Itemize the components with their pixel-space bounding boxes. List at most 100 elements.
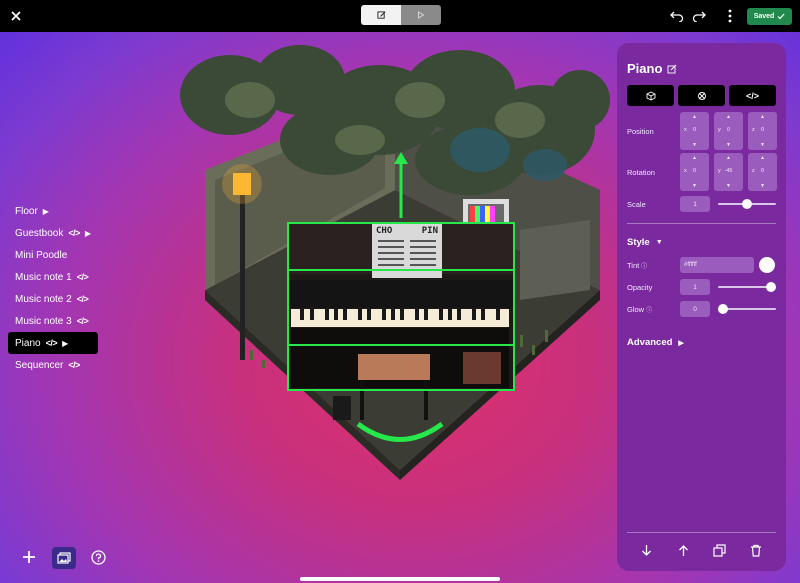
opacity-slider-knob[interactable] — [766, 282, 776, 292]
tint-label: Tint ⓘ — [627, 261, 647, 270]
position-x-stepper[interactable]: ▲ x 0 ▼ — [680, 112, 709, 150]
opacity-input[interactable]: 1 — [680, 279, 710, 295]
tab-transform[interactable] — [627, 85, 674, 106]
more-vertical-icon[interactable] — [720, 6, 740, 26]
glow-input[interactable]: 0 — [680, 301, 710, 317]
sidebar-item-label: Mini Poodle — [15, 249, 68, 261]
code-icon[interactable]: </> — [46, 338, 58, 348]
target-icon — [697, 91, 706, 100]
divider — [627, 223, 776, 224]
move-down-button[interactable] — [637, 541, 655, 559]
code-icon[interactable]: </> — [68, 360, 80, 370]
sidebar-item-floor[interactable]: Floor ▶ — [8, 200, 98, 222]
glow-label: Glow ⓘ — [627, 305, 652, 314]
edit-mode-button[interactable] — [361, 5, 401, 25]
rotation-x-stepper[interactable]: ▲ x 0 ▼ — [680, 153, 709, 191]
gallery-icon — [57, 552, 71, 564]
info-icon: ⓘ — [641, 264, 648, 270]
position-label: Position — [627, 127, 654, 136]
divider — [627, 532, 776, 533]
add-button[interactable] — [20, 548, 38, 566]
sidebar-item-piano[interactable]: Piano </> ▶ — [8, 332, 99, 354]
rotation-z-value: 0 — [760, 168, 765, 174]
sidebar-item-label: Floor — [15, 205, 38, 217]
opacity-label: Opacity — [627, 283, 653, 292]
rotation-z-stepper[interactable]: ▲ z 0 ▼ — [748, 153, 777, 191]
tint-input[interactable]: #ffffff — [680, 257, 754, 273]
sidebar-item-label: Music note 1 — [15, 271, 72, 283]
info-icon: ⓘ — [646, 308, 653, 314]
panel-title: Piano — [627, 61, 677, 76]
edit-icon — [376, 10, 385, 19]
glow-slider-knob[interactable] — [718, 304, 728, 314]
sidebar-item-mini-poodle[interactable]: Mini Poodle — [8, 244, 98, 266]
sidebar-item-label: Music note 3 — [15, 315, 72, 327]
code-icon[interactable]: </> — [77, 294, 89, 304]
sidebar-item-music-note-3[interactable]: Music note 3 </> — [8, 310, 98, 332]
code-icon[interactable]: </> — [68, 228, 80, 238]
scale-slider-knob[interactable] — [742, 199, 752, 209]
tab-code[interactable]: </> — [729, 85, 776, 106]
chevron-right-icon: ▶ — [678, 339, 684, 347]
rotation-y-stepper[interactable]: ▲ y -45 ▼ — [714, 153, 743, 191]
advanced-title: Advanced — [627, 337, 673, 348]
duplicate-icon — [712, 543, 726, 557]
sidebar-item-sequencer[interactable]: Sequencer </> — [8, 354, 98, 376]
trash-icon — [751, 544, 761, 557]
scale-label: Scale — [627, 200, 646, 209]
play-mode-button[interactable] — [401, 5, 441, 25]
plus-icon — [23, 551, 35, 563]
expand-arrow-icon[interactable]: ▶ — [43, 207, 49, 216]
undo-icon[interactable] — [667, 6, 687, 26]
position-z-value: 0 — [760, 127, 765, 133]
rotation-x-value: 0 — [692, 168, 697, 174]
gallery-button[interactable] — [52, 547, 76, 569]
inspector-tabs: </> — [627, 85, 776, 106]
sidebar-item-label: Guestbook — [15, 227, 64, 239]
code-icon: </> — [745, 90, 759, 101]
lamp-post — [240, 190, 245, 360]
move-up-button[interactable] — [674, 541, 692, 559]
advanced-section-header[interactable]: Advanced ▶ — [627, 337, 684, 348]
close-icon[interactable] — [6, 6, 26, 26]
sidebar-item-music-note-2[interactable]: Music note 2 </> — [8, 288, 98, 310]
position-y-stepper[interactable]: ▲ y 0 ▼ — [714, 112, 743, 150]
style-section-header[interactable]: Style ▼ — [627, 237, 663, 248]
redo-icon[interactable] — [689, 6, 709, 26]
sidebar-item-label: Music note 2 — [15, 293, 72, 305]
code-icon[interactable]: </> — [77, 272, 89, 282]
arrow-up-icon — [678, 544, 688, 556]
tint-label-text: Tint — [627, 261, 640, 270]
sidebar-item-music-note-1[interactable]: Music note 1 </> — [8, 266, 98, 288]
saved-button[interactable]: Saved — [747, 8, 792, 25]
expand-arrow-icon[interactable]: ▶ — [62, 339, 68, 348]
object-list: Floor ▶ Guestbook </> ▶ Mini Poodle Music note… — [8, 200, 99, 376]
sidebar-item-label: Piano — [15, 337, 41, 349]
tab-physics[interactable] — [678, 85, 725, 106]
duplicate-button[interactable] — [710, 541, 728, 559]
sidebar-item-label: Sequencer — [15, 359, 64, 371]
sidebar-item-guestbook[interactable]: Guestbook </> ▶ — [8, 222, 98, 244]
tint-color-swatch[interactable] — [759, 257, 775, 273]
cube-icon — [646, 90, 655, 101]
position-y-value: 0 — [726, 127, 731, 133]
arrow-down-icon — [641, 544, 651, 556]
delete-button[interactable] — [747, 541, 765, 559]
play-icon — [418, 11, 425, 19]
rename-icon[interactable] — [667, 64, 677, 74]
sheet-text-2: PIN — [421, 226, 438, 236]
chevron-down-icon: ▼ — [655, 239, 663, 246]
sheet-text-1: CHO — [376, 226, 393, 236]
help-button[interactable] — [89, 548, 107, 566]
checkmark-icon — [777, 13, 785, 20]
object-name: Piano — [627, 61, 663, 76]
expand-arrow-icon[interactable]: ▶ — [85, 229, 91, 238]
position-z-stepper[interactable]: ▲ z 0 ▼ — [748, 112, 777, 150]
code-icon[interactable]: </> — [77, 316, 89, 326]
style-title: Style — [627, 237, 650, 248]
sheet-music-text: CHO PIN — [376, 226, 438, 236]
top-bar: Saved — [0, 0, 800, 32]
scale-input[interactable]: 1 — [680, 196, 710, 212]
home-indicator — [300, 577, 500, 581]
rotation-y-value: -45 — [724, 168, 733, 174]
